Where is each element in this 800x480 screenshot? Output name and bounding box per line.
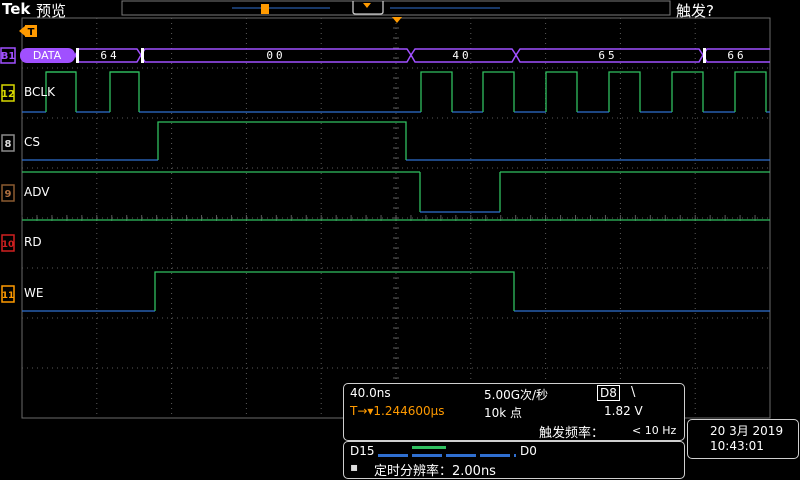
digital-activity-highlight bbox=[412, 446, 446, 449]
bus-label: DATA bbox=[33, 49, 62, 62]
digital-channels-panel[interactable]: D15 D0 ▪ 定时分辨率：2.00ns bbox=[343, 441, 685, 479]
channel-marker-cs[interactable]: 8 bbox=[1, 134, 15, 152]
record-length: 10k 点 bbox=[484, 406, 523, 420]
trigger-level: 1.82 V bbox=[604, 404, 643, 418]
timing-resolution-icon: ▪ bbox=[350, 460, 359, 474]
trigger-slope-icon: \ bbox=[631, 385, 636, 400]
trigger-status: 触发? bbox=[676, 2, 714, 20]
channel-marker-rd[interactable]: 10 bbox=[1, 234, 15, 252]
channel-marker-adv-text: 9 bbox=[5, 189, 12, 200]
digital-low-label: D0 bbox=[520, 444, 537, 458]
bus-value-2: 40 bbox=[452, 49, 471, 62]
graticule bbox=[21, 17, 771, 419]
timing-resolution: 定时分辨率：2.00ns bbox=[374, 464, 496, 479]
bus-value-4: 66 bbox=[727, 49, 746, 62]
acquisition-panel[interactable]: 40.0ns 5.00G次/秒 D8 \ T→▾1.244600μs 10k 点… bbox=[343, 383, 685, 441]
channel-label-rd: RD bbox=[24, 235, 42, 249]
digital-high-label: D15 bbox=[350, 444, 375, 458]
bus-value-1: 00 bbox=[266, 49, 285, 62]
trigger-source: D8 bbox=[597, 385, 620, 401]
channel-marker-adv[interactable]: 9 bbox=[1, 184, 15, 202]
trigger-position: T→▾1.244600μs bbox=[350, 404, 445, 418]
time-display: 10:43:01 bbox=[710, 439, 764, 453]
channel-marker-bclk[interactable]: 12 bbox=[1, 84, 15, 102]
acquisition-mode: 预览 bbox=[36, 2, 67, 20]
channel-marker-b1-text: B1 bbox=[1, 51, 16, 62]
bus-waveform-data: DATA 64 00 40 65 66 bbox=[20, 48, 770, 63]
channel-marker-we-text: 11 bbox=[2, 291, 15, 301]
trigger-marker-letter: T bbox=[28, 27, 35, 38]
horizontal-scale: 40.0ns bbox=[350, 386, 391, 400]
trigger-frequency-value: < 10 Hz bbox=[632, 424, 677, 437]
bus-value-3: 65 bbox=[598, 49, 617, 62]
channel-marker-cs-text: 8 bbox=[5, 139, 12, 150]
channel-label-adv: ADV bbox=[24, 185, 50, 199]
trigger-frequency-label: 触发频率： bbox=[539, 426, 605, 441]
channel-marker-we[interactable]: 11 bbox=[1, 285, 15, 303]
datetime-panel[interactable]: 20 3月 2019 10:43:01 bbox=[687, 419, 799, 459]
date-display: 20 3月 2019 bbox=[710, 424, 784, 438]
channel-label-cs: CS bbox=[24, 135, 40, 149]
trigger-position-marker[interactable] bbox=[392, 17, 402, 23]
channel-marker-b1[interactable]: B1 bbox=[0, 47, 16, 64]
brand-logo: Tek bbox=[2, 0, 31, 18]
sample-rate: 5.00G次/秒 bbox=[484, 388, 549, 402]
record-view-bar[interactable] bbox=[121, 0, 671, 16]
channel-label-bclk: BCLK bbox=[24, 85, 56, 99]
channel-marker-rd-text: 10 bbox=[2, 240, 15, 250]
bus-value-0: 64 bbox=[100, 49, 119, 62]
channel-label-we: WE bbox=[24, 286, 43, 300]
channel-marker-bclk-text: 12 bbox=[1, 89, 15, 100]
digital-activity-bar bbox=[378, 454, 516, 457]
